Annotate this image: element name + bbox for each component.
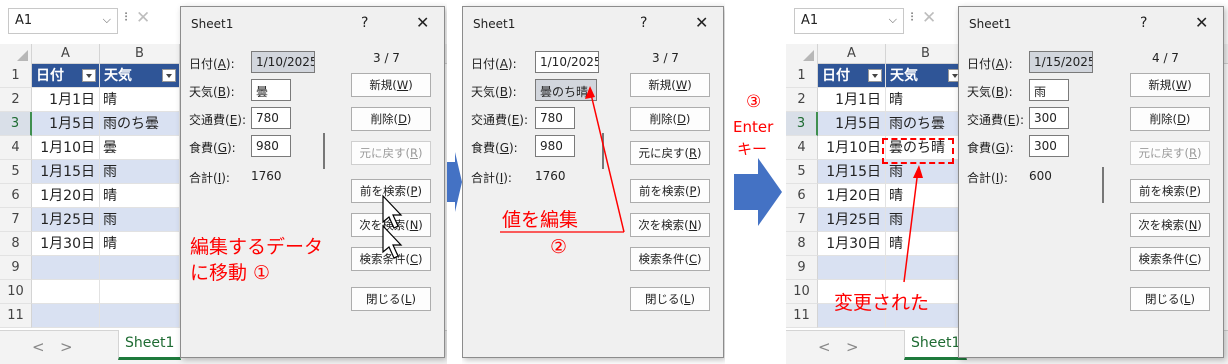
close-button[interactable]: 閉じる(L) (351, 287, 431, 311)
field-date[interactable]: 1/10/2025 (251, 51, 315, 73)
column-header-b[interactable]: B (100, 44, 180, 64)
table-cell-weather[interactable]: 雨 (100, 160, 180, 184)
table-cell-weather[interactable]: 曇 (100, 136, 180, 160)
total-value: 1760 (251, 169, 282, 183)
table-cell-weather[interactable] (100, 280, 180, 304)
annotation-step3: ③ (746, 92, 762, 112)
name-box-value: A1 (15, 13, 33, 28)
label-weather: 天気(B): (189, 85, 235, 99)
dialog-title: Sheet1 (191, 17, 234, 31)
label-transport: 交通費(E): (189, 113, 247, 127)
row-header[interactable]: 3 (0, 112, 32, 136)
row-header[interactable]: 2 (0, 88, 32, 112)
annotation-arrow (500, 86, 625, 233)
table-cell-weather[interactable] (100, 304, 180, 328)
table-cell-weather[interactable]: 雨 (100, 208, 180, 232)
header-label: 日付 (36, 68, 64, 84)
annotation-move-step: に移動 ① (190, 262, 271, 284)
sheet-tab[interactable]: Sheet1 (118, 330, 182, 360)
table-cell-date[interactable]: 1月1日 (32, 88, 100, 112)
annotation-enter: Enter (733, 118, 774, 136)
table-cell-date[interactable]: 1月5日 (32, 112, 100, 136)
data-form-dialog: Sheet1? ✕ 日付(A): 1/10/2025 天気(B): 曇交通費(E): 780… (180, 6, 445, 358)
annotation-changed: 変更された (834, 292, 930, 314)
cursor-icons (382, 194, 403, 259)
table-cell-weather[interactable]: 晴 (100, 184, 180, 208)
table-cell-weather[interactable] (100, 256, 180, 280)
label-food: 食費(G): (189, 141, 236, 155)
column-header-a[interactable]: A (32, 44, 100, 64)
table-cell-date[interactable]: 1月20日 (32, 184, 100, 208)
field-transport[interactable]: 780 (251, 107, 291, 129)
row-header[interactable]: 6 (0, 184, 32, 208)
table-header-weather[interactable]: 天気 (100, 64, 180, 88)
table-cell-date[interactable] (32, 304, 100, 328)
row-header[interactable]: 11 (0, 304, 32, 328)
delete-button[interactable]: 削除(D) (351, 107, 431, 131)
label-total: 合計(I): (189, 171, 230, 185)
table-cell-date[interactable] (32, 256, 100, 280)
label-date: 日付(A): (189, 57, 235, 71)
annotation-edit-value: 値を編集 (502, 209, 579, 231)
restore-button[interactable]: 元に戻す(R) (351, 141, 431, 165)
arrow-fragment (447, 152, 462, 212)
name-box[interactable]: A1 ⌵ (8, 8, 118, 34)
step3-screenshot: A1 ⌵ ⁝ ✕ A B 1 日付 天気 2 1月1日晴 3 1月5日 雨のち曇 4 1月10日 曇の… (786, 0, 1228, 364)
row-header[interactable]: 4 (0, 136, 32, 160)
annotation-move: 編集するデータ (190, 236, 324, 258)
table-cell-weather[interactable]: 晴 (100, 232, 180, 256)
step1-screenshot: A1 ⌵ ⁝ ✕ A B 1 日付 天気 2 1月1日晴 3 1月5日 雨のち曇 4 1月10日曇 5… (0, 0, 447, 364)
new-button[interactable]: 新規(W) (351, 73, 431, 97)
table-cell-date[interactable] (32, 280, 100, 304)
table-cell-date[interactable]: 1月15日 (32, 160, 100, 184)
row-header[interactable]: 9 (0, 256, 32, 280)
row-header[interactable]: 8 (0, 232, 32, 256)
tab-prev-icon[interactable]: < (32, 338, 45, 356)
table-cell-date[interactable]: 1月30日 (32, 232, 100, 256)
table-cell-date[interactable]: 1月10日 (32, 136, 100, 160)
filter-dropdown-icon[interactable] (82, 69, 96, 82)
row-header[interactable]: 10 (0, 280, 32, 304)
table-cell-weather[interactable]: 晴 (100, 88, 180, 112)
record-counter: 3 / 7 (373, 51, 400, 65)
select-all-corner[interactable] (0, 44, 32, 64)
header-label: 天気 (104, 68, 132, 84)
cancel-icon[interactable]: ✕ (136, 8, 150, 28)
field-food[interactable]: 980 (251, 135, 291, 157)
row-header[interactable]: 1 (0, 64, 32, 88)
scrollbar-thumb[interactable] (323, 133, 325, 169)
table-cell-weather[interactable]: 雨のち曇 (100, 112, 180, 136)
annotation-step2: ② (550, 236, 568, 258)
step2-screenshot: Sheet1? ✕ 日付(A): 1/10/2025 天気(B): 曇のち晴 交通費(E):… (462, 0, 725, 364)
row-header[interactable]: 5 (0, 160, 32, 184)
filter-dropdown-icon[interactable] (162, 69, 176, 82)
chevron-down-icon[interactable]: ⌵ (103, 13, 111, 27)
table-cell-date[interactable]: 1月25日 (32, 208, 100, 232)
table-header-date[interactable]: 日付 (32, 64, 100, 88)
field-weather[interactable]: 曇 (251, 79, 291, 101)
row-header[interactable]: 7 (0, 208, 32, 232)
formula-bar-separator: ⁝ (124, 10, 129, 25)
help-icon[interactable]: ? (361, 15, 368, 31)
close-icon[interactable]: ✕ (416, 13, 429, 32)
tab-next-icon[interactable]: > (60, 338, 73, 356)
big-right-arrow-icon (734, 158, 782, 226)
